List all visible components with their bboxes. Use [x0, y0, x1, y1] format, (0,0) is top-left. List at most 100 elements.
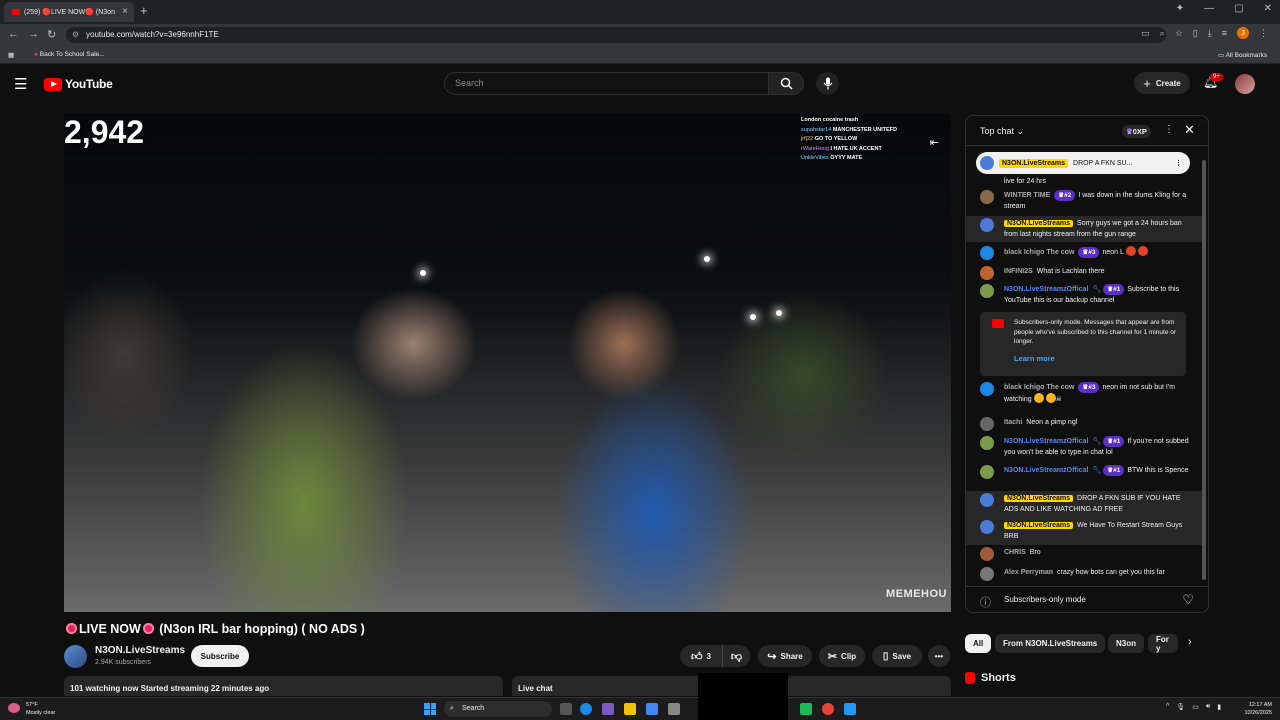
system-tray-icons: ^ 🎙︎ ▭ 🔊︎ ▮	[1166, 703, 1221, 711]
volume-icon[interactable]: 🔊︎	[1206, 703, 1210, 711]
bookmark-item[interactable]: ● Back To School Sale...	[34, 51, 105, 58]
more-actions-button[interactable]: •••	[928, 645, 950, 667]
reload-icon[interactable]: ↻	[47, 28, 56, 41]
bookmark-star-icon[interactable]: ☆	[1175, 28, 1183, 39]
chip-from-channel[interactable]: From N3ON.LiveStreams	[995, 634, 1106, 653]
zoom-icon[interactable]: ⌕	[1160, 28, 1165, 39]
save-button[interactable]: ▯ Save	[872, 645, 922, 667]
tab-close-icon[interactable]: ×	[122, 6, 128, 17]
chrome-menu-icon[interactable]: ⋮	[1259, 28, 1268, 39]
url-field[interactable]: ⚙ youtube.com/watch?v=3e96nnhF1TE	[66, 27, 1166, 43]
message-text: live for 24 hrs	[1004, 178, 1047, 185]
browser-tab[interactable]: (259) 🔴LIVE NOW🔴 (N3on ×	[4, 2, 134, 22]
clock[interactable]: 12:17 AM 10/26/2025	[1244, 701, 1272, 717]
chat-points-badge[interactable]: ♛0XP	[1122, 125, 1151, 138]
chat-footer: ⓘ Subscribers-only mode ♡	[966, 586, 1208, 612]
voice-search-button[interactable]	[816, 72, 839, 95]
dislike-button[interactable]: 👎︎	[722, 645, 750, 667]
task-view-icon[interactable]	[560, 703, 572, 715]
chat-message[interactable]: N3ON.LiveStreamzOffical 🔧︎ ♛#1 BTW this is…	[980, 465, 1190, 479]
chevron-right-icon[interactable]: ›	[1188, 636, 1192, 648]
store-icon[interactable]	[646, 703, 658, 715]
pinned-message[interactable]: N3ON.LiveStreams DROP A FKN SU... ⋮	[976, 152, 1190, 174]
battery-icon[interactable]: ▮	[1217, 703, 1221, 711]
channel-avatar[interactable]	[64, 645, 87, 668]
video-player[interactable]: 2,942 London cocaine trash supahstar14 M…	[64, 114, 951, 612]
edge-icon[interactable]	[580, 703, 592, 715]
download-icon[interactable]: ⤓	[1208, 28, 1212, 39]
learn-more-link[interactable]: Learn more	[1014, 354, 1055, 363]
chip-all[interactable]: All	[965, 634, 992, 653]
all-bookmarks-button[interactable]: ▭ All Bookmarks	[1218, 51, 1267, 59]
top-chat-dropdown[interactable]: Top chat ⌄	[980, 126, 1024, 137]
chat-message[interactable]: N3ON.LiveStreamzOffical 🔧︎ ♛#1 If you're n…	[980, 436, 1190, 458]
heart-icon[interactable]: ♡	[1182, 592, 1194, 608]
side-panel-icon[interactable]: ▯	[1193, 28, 1198, 39]
pinned-more-icon[interactable]: ⋮	[1175, 159, 1182, 167]
close-chat-icon[interactable]: ✕	[1184, 122, 1195, 138]
description-box[interactable]: 101 watching now Started streaming 22 mi…	[64, 676, 503, 696]
app-icon[interactable]	[800, 703, 812, 715]
cast-icon[interactable]: ▭	[1141, 28, 1150, 39]
forward-icon[interactable]: →	[28, 28, 39, 40]
wrench-icon: 🔧︎	[1092, 286, 1102, 293]
hamburger-menu-icon[interactable]: ☰	[14, 75, 27, 93]
search-button[interactable]	[768, 72, 804, 95]
chat-scrollbar[interactable]	[1202, 160, 1206, 580]
channel-name[interactable]: N3ON.LiveStreams	[95, 645, 185, 656]
subscribers-only-notice: Subscribers-only mode. Messages that app…	[980, 312, 1186, 376]
chat-message[interactable]: N3ON.LiveStreams DROP A FKN SUB IF YOU HA…	[980, 493, 1190, 515]
back-icon[interactable]: ←	[8, 28, 19, 40]
minimize-icon[interactable]: —	[1204, 3, 1214, 14]
create-button[interactable]: + Create	[1134, 72, 1190, 94]
mic-tray-icon[interactable]: 🎙︎	[1176, 703, 1185, 711]
youtube-logo[interactable]: YouTube	[44, 77, 113, 91]
chat-message[interactable]: WINTER TIME ♛#2 I was down in the slums Kl…	[980, 190, 1190, 212]
chat-message[interactable]: CHRIS Bro	[980, 547, 1190, 561]
chip-n3on[interactable]: N3on	[1108, 634, 1144, 653]
search-input[interactable]: Search	[444, 72, 770, 95]
share-button[interactable]: ↪ Share	[758, 645, 812, 667]
new-tab-button[interactable]: +	[140, 3, 148, 18]
weather-widget[interactable]: 57°F Mostly clear	[8, 701, 55, 717]
subscribe-button[interactable]: Subscribe	[191, 645, 249, 667]
chevron-up-icon[interactable]: ^	[1166, 703, 1169, 711]
chat-message[interactable]: live for 24 hrs	[980, 176, 1190, 187]
copilot-icon[interactable]	[602, 703, 614, 715]
collapse-chat-icon[interactable]: ⇤	[930, 136, 939, 149]
file-explorer-icon[interactable]	[624, 703, 636, 715]
photos-icon[interactable]	[844, 703, 856, 715]
extensions-icon[interactable]: ✦	[1176, 3, 1184, 14]
info-icon[interactable]: ⓘ	[980, 594, 991, 610]
chat-message[interactable]: N3ON.LiveStreamzOffical 🔧︎ ♛#1 Subscribe t…	[980, 284, 1190, 306]
apps-grid-icon[interactable]: ▦	[8, 51, 14, 59]
close-window-icon[interactable]: ✕	[1264, 3, 1272, 14]
site-info-icon[interactable]: ⚙	[72, 27, 79, 43]
microphone-icon	[823, 77, 832, 90]
bookmarks-bar: ▦ ● Back To School Sale... ▭ All Bookmar…	[0, 46, 1280, 64]
chat-message[interactable]: Alex Perryman crazy how bots can get you …	[980, 567, 1190, 581]
clip-label: Clip	[841, 651, 857, 661]
chat-avatar	[980, 218, 994, 232]
chat-message[interactable]: N3ON.LiveStreams We Have To Restart Strea…	[980, 520, 1190, 542]
network-icon[interactable]: ▭	[1192, 703, 1199, 711]
thumbs-down-icon: 👎︎	[730, 650, 743, 663]
profile-avatar[interactable]: J	[1237, 27, 1249, 39]
chip-for-you[interactable]: For y	[1148, 634, 1178, 653]
chat-message[interactable]: Itachi Neon a pimp ngl	[980, 417, 1190, 431]
taskbar-search[interactable]: ⌕ Search	[444, 701, 552, 717]
reading-list-icon[interactable]: ≡	[1222, 28, 1227, 38]
chat-more-icon[interactable]: ⋮	[1164, 124, 1174, 135]
like-button[interactable]: 👍︎ 3	[680, 645, 722, 667]
windows-start-icon[interactable]	[424, 703, 436, 715]
notification-badge: 9+	[1210, 73, 1223, 81]
chat-message[interactable]: black Ichigo The cow ♛#3 neon im not sub b…	[980, 382, 1190, 405]
user-avatar[interactable]	[1235, 74, 1255, 94]
clip-button[interactable]: ✂ Clip	[819, 645, 865, 667]
maximize-icon[interactable]: ▢	[1234, 3, 1243, 14]
chat-message[interactable]: black Ichigo The cow ♛#3 neon L	[980, 246, 1190, 260]
chat-message[interactable]: INFINI2S What is Lachlan there	[980, 266, 1190, 280]
chrome-icon[interactable]	[822, 703, 834, 715]
chat-message[interactable]: N3ON.LiveStreams Sorry guys we got a 24 h…	[980, 218, 1190, 240]
settings-icon[interactable]	[668, 703, 680, 715]
